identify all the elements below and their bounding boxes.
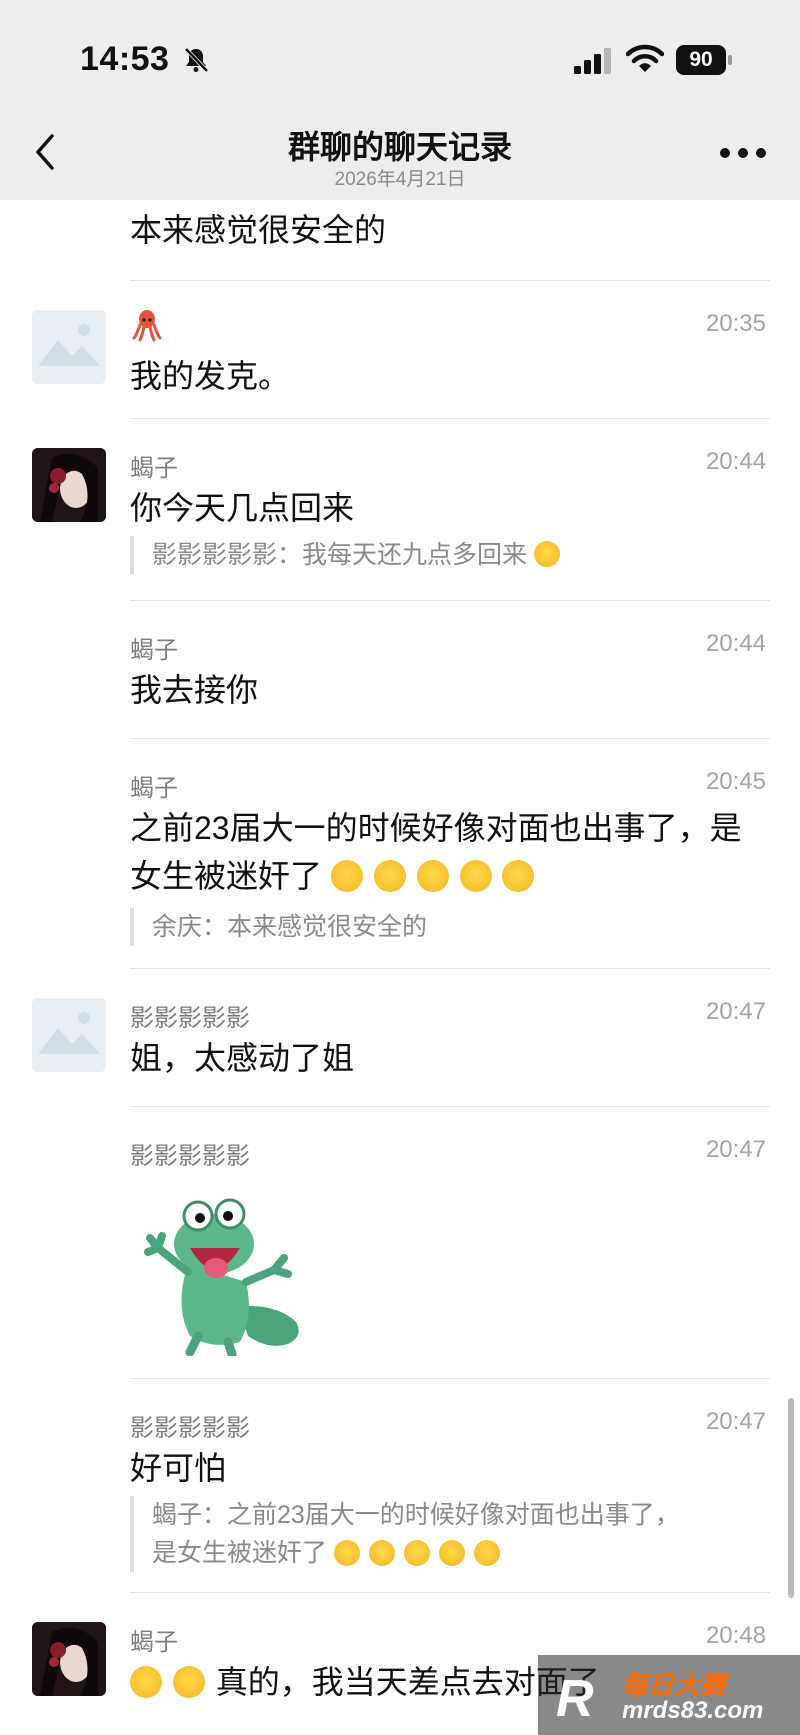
avatar[interactable] [32, 1622, 106, 1696]
loudly-crying-face-icon [130, 1666, 162, 1698]
message-text: 之前23届大一的时候好像对面也出事了，是 女生被迷奸了 [130, 804, 770, 900]
divider [130, 1592, 770, 1593]
message-text: 我去接你 [130, 672, 259, 708]
screaming-face-icon [403, 1540, 430, 1566]
avatar-placeholder[interactable] [32, 310, 106, 384]
page-title: 群聊的聊天记录 [287, 129, 512, 165]
image-placeholder-icon [32, 310, 106, 384]
squid-emoji-icon [132, 310, 162, 342]
loudly-crying-face-icon [333, 1540, 360, 1566]
screaming-face-icon [459, 860, 492, 892]
sender-name: 影影影影影 [130, 1415, 250, 1442]
bell-slash-icon [184, 47, 209, 73]
message-text: 本来感觉很安全的 [130, 212, 387, 248]
message-text-line: 女生被迷奸了 [130, 858, 323, 894]
avatar-placeholder[interactable] [32, 998, 106, 1072]
loudly-crying-face-icon [368, 1540, 395, 1566]
sender-name: 蝎子 [130, 637, 178, 664]
page-date: 2026年4月21日 [334, 169, 466, 190]
divider [130, 738, 770, 739]
screaming-face-icon [502, 860, 535, 892]
message-time: 20:35 [705, 310, 766, 337]
wifi-icon [626, 44, 664, 72]
battery-cap [728, 55, 732, 65]
quote-text: 影影影影影：我每天还九点多回来 [152, 541, 528, 569]
message-time: 20:45 [705, 768, 766, 795]
avatar-image [32, 448, 106, 522]
divider [130, 600, 770, 601]
quote-text: 蝎子：之前23届大一的时候好像对面也出事了， [152, 1501, 680, 1529]
loudly-crying-face-icon [172, 1666, 205, 1698]
top-bar: 14:53 90 群聊的聊天记录 2026年4月21日 [0, 0, 800, 200]
sender-name: 蝎子 [130, 1629, 178, 1656]
screaming-face-icon [473, 1540, 500, 1566]
watermark-logo: R [556, 1670, 594, 1728]
image-placeholder-icon [32, 998, 106, 1072]
message-time: 20:44 [705, 448, 766, 475]
quoted-message: 蝎子：之前23届大一的时候好像对面也出事了， 是女生被迷奸了 [130, 1496, 770, 1572]
message-time: 20:47 [705, 1136, 766, 1163]
battery-level: 90 [676, 45, 726, 75]
message-text: 我的发克。 [130, 358, 291, 394]
loudly-crying-face-icon [330, 860, 363, 892]
sender-name: 蝎子 [130, 775, 178, 802]
quote-text-line-2: 是女生被迷奸了 [152, 1534, 770, 1572]
rolling-laughing-face-icon [533, 541, 560, 567]
frog-sticker[interactable] [128, 1186, 318, 1356]
screaming-face-icon [416, 860, 449, 892]
message-text-line-2: 女生被迷奸了 [130, 852, 770, 900]
divider [130, 1378, 770, 1379]
loudly-crying-face-icon [373, 860, 406, 892]
sender-name: 影影影影影 [130, 1005, 250, 1032]
divider [130, 1106, 770, 1107]
divider [130, 968, 770, 969]
quoted-message: 影影影影影：我每天还九点多回来 [130, 536, 770, 574]
watermark-url: mrds83.com [622, 1697, 764, 1724]
message-time: 20:47 [705, 1408, 766, 1435]
screaming-face-icon [438, 1540, 465, 1566]
scrollbar[interactable] [788, 1398, 794, 1598]
battery-icon: 90 [676, 45, 732, 75]
avatar[interactable] [32, 448, 106, 522]
message-time: 20:47 [705, 998, 766, 1025]
message-text: 你今天几点回来 [130, 490, 355, 526]
message-time: 20:44 [705, 630, 766, 657]
message-time: 20:48 [705, 1622, 766, 1649]
more-dots-icon[interactable] [720, 148, 766, 160]
status-time: 14:53 [80, 40, 170, 78]
message-text: 姐，太感动了姐 [130, 1040, 355, 1076]
watermark: R 每日大赛 mrds83.com [538, 1655, 800, 1735]
sender-name: 影影影影影 [130, 1143, 250, 1170]
sender-name: 蝎子 [130, 455, 178, 482]
divider [130, 418, 770, 419]
avatar-image [32, 1622, 106, 1696]
divider [130, 280, 770, 281]
quote-text: 是女生被迷奸了 [152, 1539, 328, 1567]
quoted-message: 余庆：本来感觉很安全的 [130, 908, 770, 946]
status-bar: 14:53 90 [0, 0, 800, 100]
message-text-line: 之前23届大一的时候好像对面也出事了，是 [130, 810, 742, 846]
cellular-signal-icon [574, 48, 611, 74]
message-text: 好可怕 [130, 1450, 227, 1486]
